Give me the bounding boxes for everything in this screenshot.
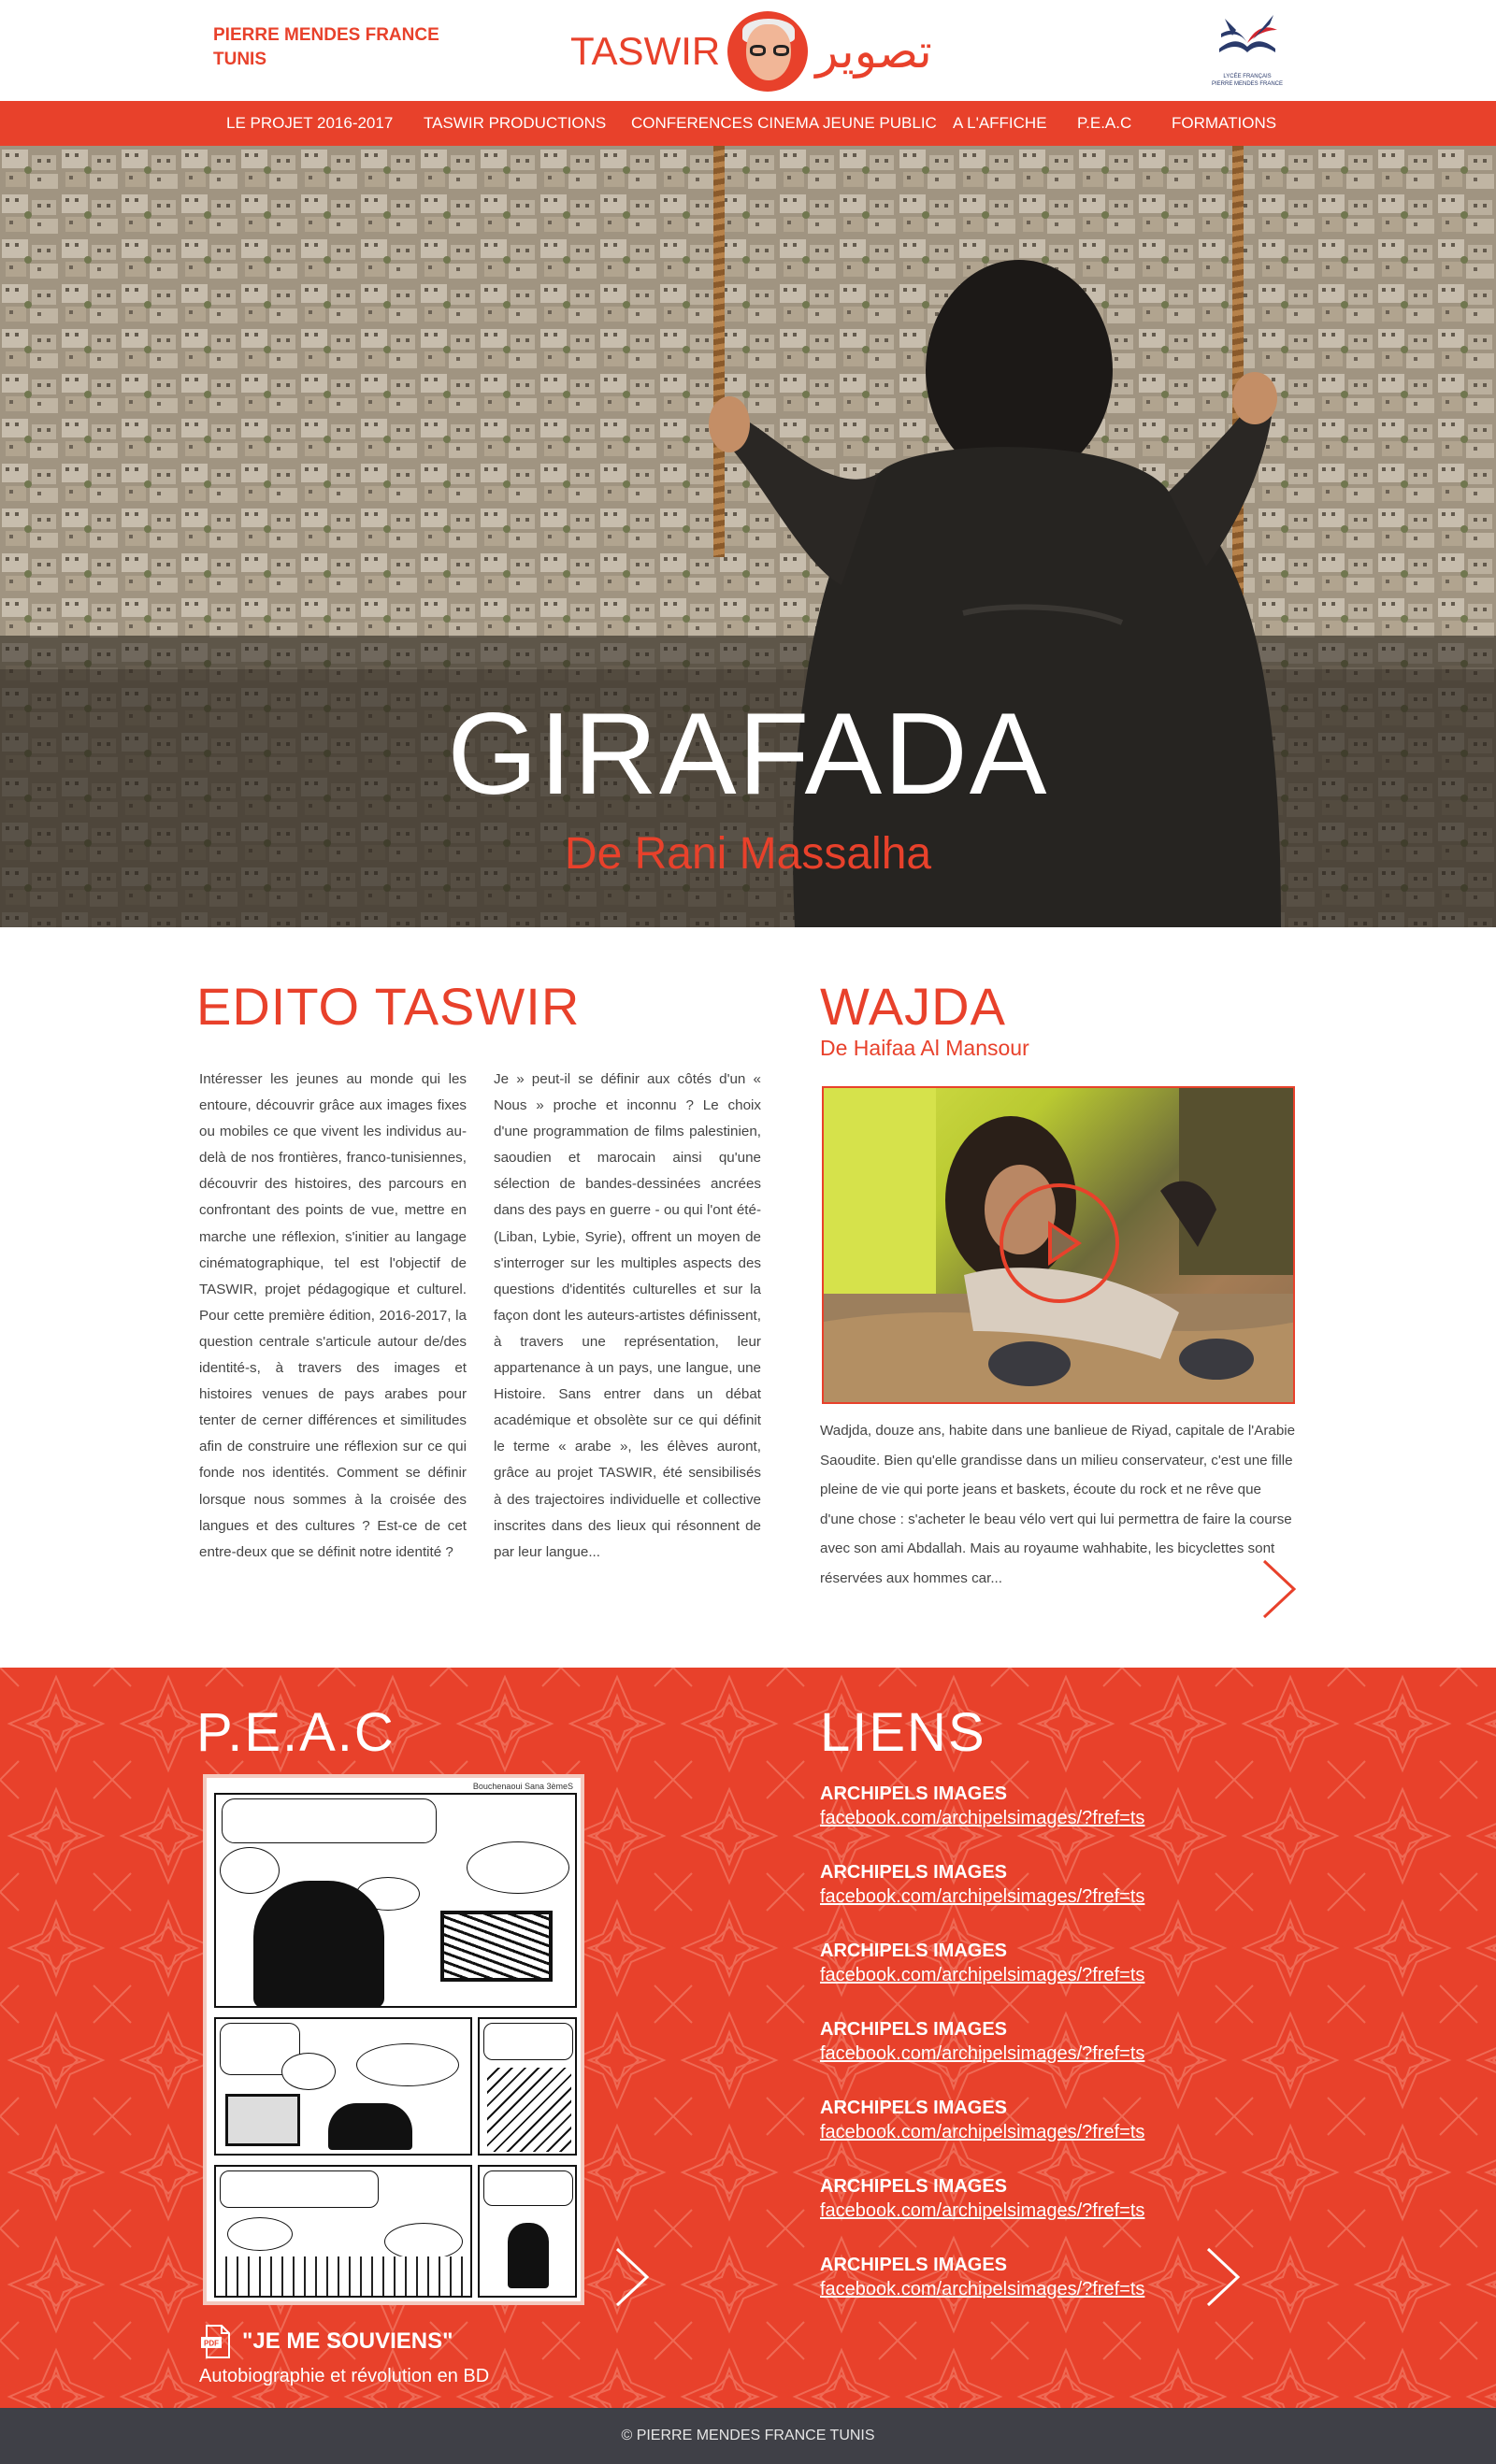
comic-panel-2 bbox=[214, 2017, 472, 2156]
logo-arabic-text: تصوير bbox=[815, 24, 932, 79]
school-name-line2: TUNIS bbox=[213, 50, 266, 69]
comic-page-thumbnail[interactable]: Bouchenaoui Sana 3èmeS bbox=[203, 1774, 584, 2305]
school-name[interactable]: PIERRE MENDES FRANCE TUNIS bbox=[213, 23, 439, 72]
wajda-subtitle: De Haifaa Al Mansour bbox=[820, 1036, 1029, 1060]
book-quill-icon bbox=[1219, 15, 1277, 52]
pdf-badge-text: PDF bbox=[204, 2340, 219, 2348]
peac-title: P.E.A.C bbox=[196, 1702, 396, 1763]
comic-panel-3 bbox=[478, 2017, 577, 2156]
nav-item-peac[interactable]: P.E.A.C bbox=[1077, 101, 1131, 146]
pdf-icon: PDF bbox=[201, 2325, 230, 2358]
wajda-description: Wadjda, douze ans, habite dans une banli… bbox=[820, 1423, 1296, 1586]
comic-panel-4 bbox=[214, 2165, 472, 2298]
edito-title: EDITO TASWIR bbox=[196, 977, 581, 1036]
link-item: ARCHIPELS IMAGES facebook.com/archipelsi… bbox=[820, 2017, 1194, 2066]
chevron-right-icon[interactable] bbox=[1260, 1559, 1298, 1619]
boy-on-swing-image bbox=[709, 260, 1281, 927]
link-url[interactable]: facebook.com/archipelsimages/?fref=ts bbox=[820, 1963, 1194, 1987]
comic-credit: Bouchenaoui Sana 3èmeS bbox=[472, 1782, 573, 1791]
link-item: ARCHIPELS IMAGES facebook.com/archipelsi… bbox=[820, 1782, 1194, 1830]
hero-subtitle: De Rani Massalha bbox=[564, 829, 932, 879]
edito-column-1: Intéresser les jeunes au monde qui les e… bbox=[199, 1071, 467, 1560]
link-name: ARCHIPELS IMAGES bbox=[820, 2019, 1008, 2040]
logo-latin-text: TASWIR bbox=[570, 29, 721, 73]
lycee-logo[interactable]: LYCÉE FRANÇAIS PIERRE MENDES FRANCE bbox=[1212, 11, 1283, 92]
liens-next-chevron-icon[interactable] bbox=[1204, 2247, 1242, 2307]
nav-item-projet[interactable]: LE PROJET 2016-2017 bbox=[226, 101, 393, 146]
je-me-souviens-link[interactable]: PDF "JE ME SOUVIENS" bbox=[201, 2324, 453, 2359]
hero-title: GIRAFADA bbox=[447, 690, 1049, 819]
link-url[interactable]: facebook.com/archipelsimages/?fref=ts bbox=[820, 1884, 1194, 1909]
edito-column-2: Je » peut-il se définir aux côtés d'un «… bbox=[494, 1071, 761, 1560]
link-item: ARCHIPELS IMAGES facebook.com/archipelsi… bbox=[820, 1860, 1194, 1909]
link-url[interactable]: facebook.com/archipelsimages/?fref=ts bbox=[820, 2199, 1194, 2223]
link-item: ARCHIPELS IMAGES facebook.com/archipelsi… bbox=[820, 2253, 1194, 2301]
link-name: ARCHIPELS IMAGES bbox=[820, 2255, 1008, 2275]
nav-item-productions[interactable]: TASWIR PRODUCTIONS bbox=[424, 101, 606, 146]
taswir-logo[interactable]: TASWIR تصوير bbox=[570, 9, 932, 93]
link-url[interactable]: facebook.com/archipelsimages/?fref=ts bbox=[820, 1806, 1194, 1830]
school-name-line1: PIERRE MENDES FRANCE bbox=[213, 25, 439, 45]
link-url[interactable]: facebook.com/archipelsimages/?fref=ts bbox=[820, 2277, 1194, 2301]
lycee-caption-1: LYCÉE FRANÇAIS bbox=[1223, 74, 1272, 79]
link-item: ARCHIPELS IMAGES facebook.com/archipelsi… bbox=[820, 2174, 1194, 2223]
lycee-caption-2: PIERRE MENDES FRANCE bbox=[1212, 81, 1284, 87]
link-name: ARCHIPELS IMAGES bbox=[820, 2098, 1008, 2118]
link-url[interactable]: facebook.com/archipelsimages/?fref=ts bbox=[820, 2120, 1194, 2144]
hero-banner[interactable]: GIRAFADA De Rani Massalha bbox=[0, 146, 1496, 927]
nav-item-formations[interactable]: FORMATIONS bbox=[1172, 101, 1276, 146]
link-item: ARCHIPELS IMAGES facebook.com/archipelsi… bbox=[820, 1939, 1194, 1987]
nav-item-conferences[interactable]: CONFERENCES CINEMA JEUNE PUBLIC bbox=[631, 101, 937, 146]
link-name: ARCHIPELS IMAGES bbox=[820, 1941, 1008, 1961]
link-name: ARCHIPELS IMAGES bbox=[820, 1784, 1008, 1804]
doc-link-title: "JE ME SOUVIENS" bbox=[242, 2328, 453, 2354]
doc-link-subtitle: Autobiographie et révolution en BD bbox=[199, 2366, 490, 2386]
site-footer: © PIERRE MENDES FRANCE TUNIS bbox=[0, 2408, 1496, 2464]
link-name: ARCHIPELS IMAGES bbox=[820, 2176, 1008, 2197]
link-url[interactable]: facebook.com/archipelsimages/?fref=ts bbox=[820, 2041, 1194, 2066]
comic-panel-5 bbox=[478, 2165, 577, 2298]
wajda-title: WAJDA bbox=[820, 977, 1006, 1036]
peac-next-chevron-icon[interactable] bbox=[613, 2247, 651, 2307]
wajda-video-player[interactable] bbox=[822, 1086, 1295, 1404]
liens-title: LIENS bbox=[820, 1702, 986, 1763]
logo-portrait-icon bbox=[727, 11, 809, 92]
lycee-caption: LYCÉE FRANÇAIS PIERRE MENDES FRANCE bbox=[1212, 73, 1283, 88]
link-item: ARCHIPELS IMAGES facebook.com/archipelsi… bbox=[820, 2096, 1194, 2144]
main-nav: LE PROJET 2016-2017 TASWIR PRODUCTIONS C… bbox=[0, 101, 1496, 146]
link-name: ARCHIPELS IMAGES bbox=[820, 1862, 1008, 1883]
footer-copyright: © PIERRE MENDES FRANCE TUNIS bbox=[621, 2428, 875, 2443]
site-header: PIERRE MENDES FRANCE TUNIS TASWIR تصوير … bbox=[0, 0, 1496, 101]
nav-item-affiche[interactable]: A L'AFFICHE bbox=[953, 101, 1047, 146]
comic-panel-1 bbox=[214, 1793, 577, 2008]
play-icon[interactable] bbox=[1000, 1183, 1119, 1303]
